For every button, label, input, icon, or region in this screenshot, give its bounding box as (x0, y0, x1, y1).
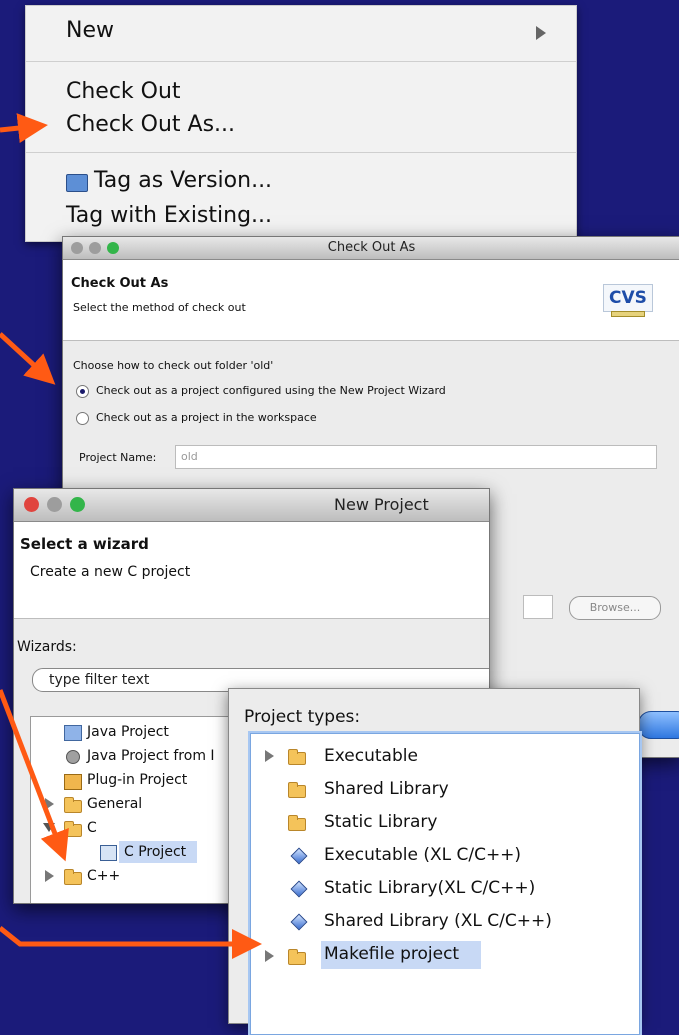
arrow-to-radio-option (0, 332, 56, 385)
callout-arrows (0, 113, 262, 959)
arrow-to-c-folder (0, 689, 69, 862)
arrow-to-makefile (0, 926, 262, 959)
arrow-to-check-out-as (0, 113, 48, 144)
